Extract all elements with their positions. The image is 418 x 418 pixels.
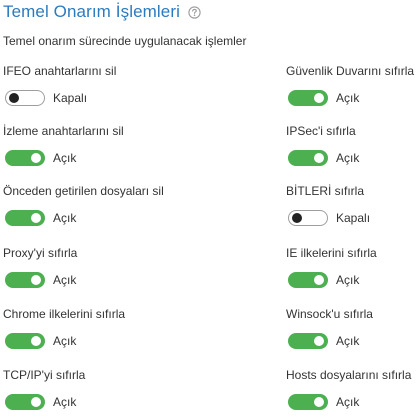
toggle-knob (314, 336, 324, 346)
toggle-row: Açık (288, 272, 359, 288)
toggle-row: Açık (288, 333, 359, 349)
toggle-switch[interactable] (5, 394, 45, 410)
option-reset-tcpip: TCP/IP'yi sıfırla Açık (3, 367, 143, 410)
option-prefetch-files: Önceden getirilen dosyaları sil Açık (3, 183, 164, 226)
option-reset-ipsec: IPSec'i sıfırla Açık (286, 123, 418, 166)
toggle-knob (31, 275, 41, 285)
toggle-row: Açık (288, 90, 359, 106)
toggle-knob (9, 93, 19, 103)
toggle-knob (314, 275, 324, 285)
toggle-state-label: Açık (336, 395, 360, 409)
toggle-knob (314, 93, 324, 103)
option-label: Winsock'u sıfırla (286, 307, 373, 321)
toggle-row: Kapalı (288, 210, 370, 226)
option-label: IFEO anahtarlarını sil (3, 64, 117, 78)
option-tracking-keys: İzleme anahtarlarını sil Açık (3, 123, 143, 166)
section-header: Temel Onarım İşlemleri (3, 0, 201, 24)
toggle-state-label: Açık (53, 395, 77, 409)
toggle-row: Açık (5, 210, 76, 226)
toggle-knob (31, 397, 41, 407)
toggle-switch[interactable] (288, 150, 328, 166)
toggle-switch[interactable] (5, 150, 45, 166)
toggle-row: Açık (5, 272, 76, 288)
option-label: IPSec'i sıfırla (286, 124, 356, 138)
toggle-row: Açık (5, 150, 76, 166)
section-subtitle: Temel onarım sürecinde uygulanacak işlem… (3, 34, 247, 48)
option-label: İzleme anahtarlarını sil (3, 124, 124, 138)
toggle-knob (292, 213, 302, 223)
option-reset-chrome-policies: Chrome ilkelerini sıfırla Açık (3, 306, 143, 349)
toggle-state-label: Açık (53, 151, 77, 165)
toggle-row: Açık (288, 394, 359, 410)
option-label: Güvenlik Duvarını sıfırla (286, 64, 415, 78)
toggle-state-label: Açık (53, 334, 77, 348)
toggle-switch[interactable] (288, 272, 328, 288)
toggle-row: Açık (288, 150, 359, 166)
option-ifeo-keys: IFEO anahtarlarını sil Kapalı (3, 63, 143, 106)
toggle-state-label: Açık (336, 151, 360, 165)
toggle-state-label: Kapalı (336, 211, 371, 225)
toggle-knob (31, 153, 41, 163)
toggle-switch[interactable] (5, 210, 45, 226)
toggle-switch[interactable] (288, 394, 328, 410)
option-reset-bits: BİTLERİ sıfırla Kapalı (286, 183, 418, 226)
section-title: Temel Onarım İşlemleri (3, 2, 180, 21)
option-reset-ie-policies: IE ilkelerini sıfırla Açık (286, 245, 418, 288)
option-reset-firewall: Güvenlik Duvarını sıfırla Açık (286, 63, 418, 106)
toggle-row: Kapalı (5, 90, 87, 106)
toggle-knob (31, 336, 41, 346)
toggle-state-label: Kapalı (53, 91, 88, 105)
toggle-switch[interactable] (288, 210, 328, 226)
toggle-knob (31, 213, 41, 223)
toggle-state-label: Açık (336, 273, 360, 287)
option-label: IE ilkelerini sıfırla (286, 246, 377, 260)
option-label: Proxy'yi sıfırla (3, 246, 78, 260)
option-reset-proxy: Proxy'yi sıfırla Açık (3, 245, 143, 288)
toggle-state-label: Açık (336, 91, 360, 105)
toggle-row: Açık (5, 394, 76, 410)
toggle-state-label: Açık (53, 211, 77, 225)
help-icon[interactable] (188, 6, 201, 19)
option-label: BİTLERİ sıfırla (286, 184, 365, 198)
option-reset-winsock: Winsock'u sıfırla Açık (286, 306, 418, 349)
toggle-switch[interactable] (5, 333, 45, 349)
toggle-switch[interactable] (288, 90, 328, 106)
toggle-switch[interactable] (5, 272, 45, 288)
option-label: TCP/IP'yi sıfırla (3, 368, 86, 382)
option-label: Hosts dosyalarını sıfırla (286, 368, 412, 382)
toggle-state-label: Açık (336, 334, 360, 348)
option-label: Önceden getirilen dosyaları sil (3, 184, 164, 198)
option-label: Chrome ilkelerini sıfırla (3, 307, 126, 321)
toggle-row: Açık (5, 333, 76, 349)
toggle-switch[interactable] (5, 90, 45, 106)
toggle-knob (314, 397, 324, 407)
option-reset-hosts-files: Hosts dosyalarını sıfırla Açık (286, 367, 418, 410)
toggle-state-label: Açık (53, 273, 77, 287)
toggle-switch[interactable] (288, 333, 328, 349)
toggle-knob (314, 153, 324, 163)
